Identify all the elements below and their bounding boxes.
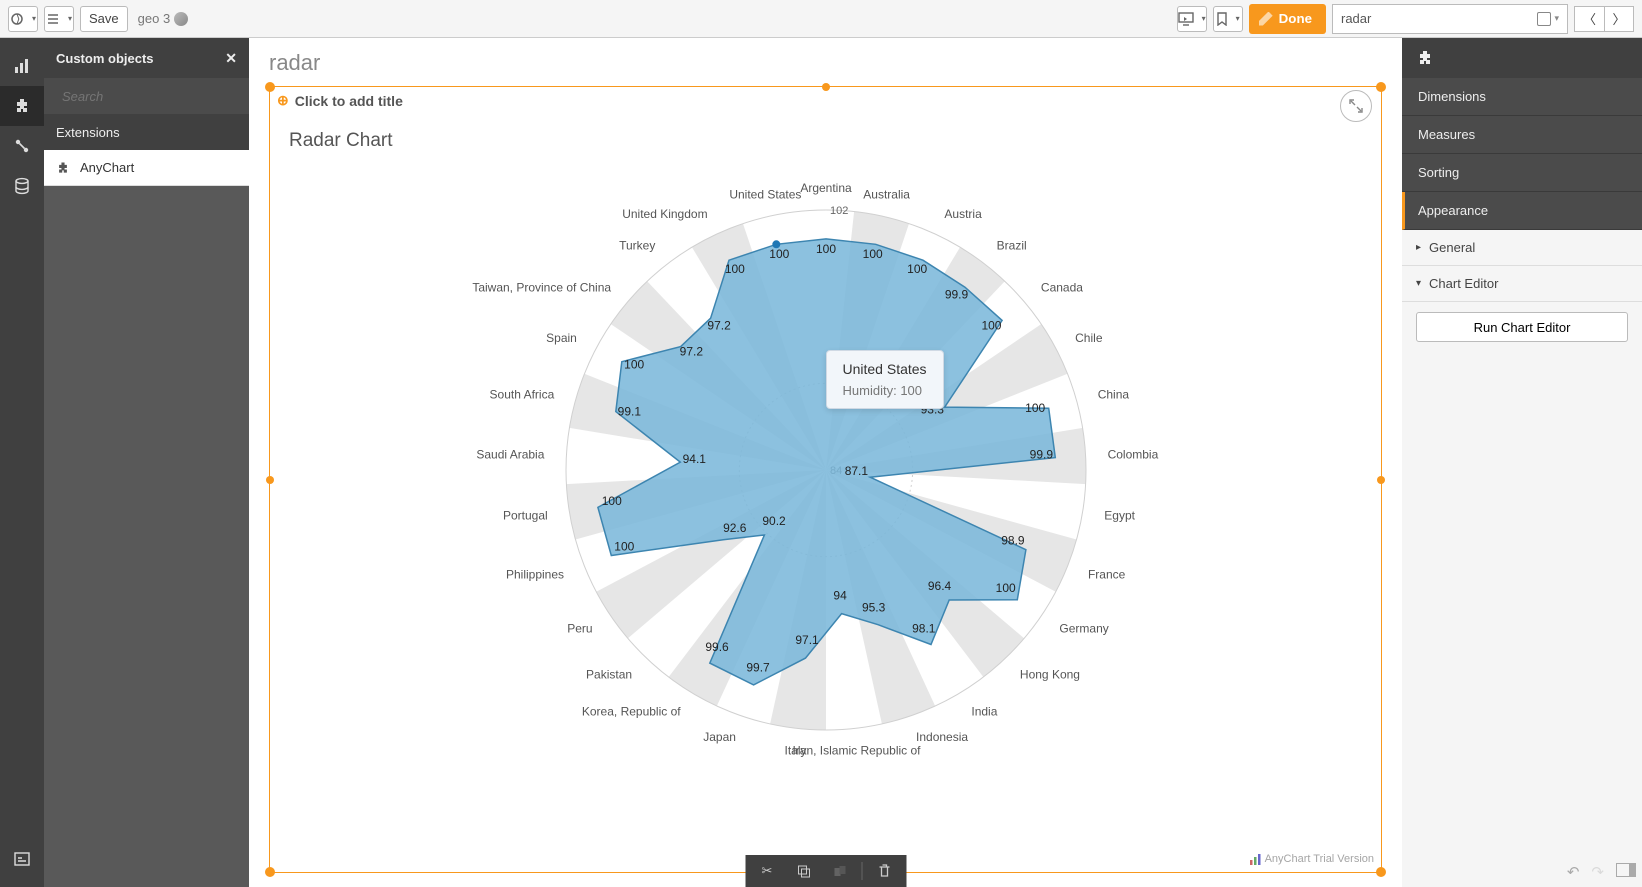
save-button[interactable]: Save (80, 6, 128, 32)
property-section-dimensions[interactable]: Dimensions (1402, 78, 1642, 116)
resize-handle-tr[interactable] (1376, 82, 1386, 92)
selection-frame[interactable] (269, 86, 1382, 873)
copy-button[interactable] (789, 859, 817, 883)
left-panel-search[interactable] (44, 78, 249, 114)
property-panel: DimensionsMeasuresSortingAppearance ▸Gen… (1402, 38, 1642, 887)
puzzle-icon (56, 161, 70, 175)
sheet-title[interactable]: radar (249, 38, 1402, 80)
prev-sheet-button[interactable]: 〈 (1574, 6, 1604, 32)
edit-toolbar: ✂ (745, 855, 906, 887)
resize-handle-br[interactable] (1376, 867, 1386, 877)
left-panel-close-icon[interactable]: ✕ (225, 50, 237, 67)
property-panel-icon (1402, 38, 1642, 78)
chart-type-icon (1537, 12, 1551, 26)
nav-menu-button[interactable] (8, 6, 38, 32)
accordion-general[interactable]: ▸General (1402, 230, 1642, 266)
left-panel: Custom objects ✕ Extensions AnyChart (44, 38, 249, 887)
rail-charts-icon[interactable] (0, 46, 44, 86)
paste-button[interactable] (825, 859, 853, 883)
fullscreen-button[interactable] (1340, 90, 1372, 122)
property-section-measures[interactable]: Measures (1402, 116, 1642, 154)
rail-fields-icon[interactable] (0, 166, 44, 206)
run-chart-editor-button[interactable]: Run Chart Editor (1416, 312, 1628, 342)
accordion-chart-editor[interactable]: ▾Chart Editor (1402, 266, 1642, 302)
sheet-name-label: geo 3 (138, 11, 189, 26)
resize-handle-tm[interactable] (822, 83, 830, 91)
globe-icon (174, 12, 188, 26)
search-input[interactable] (62, 89, 240, 104)
delete-button[interactable] (870, 859, 898, 883)
left-panel-header: Custom objects ✕ (44, 38, 249, 78)
cut-button[interactable]: ✂ (753, 859, 781, 883)
chevron-down-icon: ▾ (1554, 13, 1559, 24)
resize-handle-lm[interactable] (266, 476, 274, 484)
pencil-icon (1259, 12, 1273, 26)
property-section-appearance[interactable]: Appearance (1402, 192, 1642, 230)
undo-redo-area: ↶ ↷ (1567, 863, 1636, 881)
rail-variables-icon[interactable] (0, 839, 44, 879)
undo-button[interactable]: ↶ (1567, 863, 1580, 881)
rail-custom-objects-icon[interactable] (0, 86, 44, 126)
rail-master-items-icon[interactable] (0, 126, 44, 166)
property-section-sorting[interactable]: Sorting (1402, 154, 1642, 192)
resize-handle-rm[interactable] (1377, 476, 1385, 484)
present-button[interactable] (1177, 6, 1207, 32)
done-button[interactable]: Done (1249, 4, 1326, 34)
top-toolbar: Save geo 3 Done radar▾ 〈 〉 (0, 0, 1642, 38)
chart-title: Radar Chart (289, 130, 393, 152)
next-sheet-button[interactable]: 〉 (1604, 6, 1634, 32)
asset-rail (0, 38, 44, 887)
watermark: AnyChart Trial Version (1250, 853, 1374, 865)
chart-tooltip: United States Humidity: 100 (826, 350, 944, 409)
canvas-area: radar ⊕Click to add title Radar Chart 84… (249, 38, 1402, 887)
list-menu-button[interactable] (44, 6, 74, 32)
redo-button[interactable]: ↷ (1591, 863, 1604, 881)
resize-handle-bl[interactable] (265, 867, 275, 877)
add-title-placeholder[interactable]: ⊕Click to add title (277, 92, 403, 109)
object-title-field[interactable]: radar▾ (1332, 4, 1568, 34)
resize-handle-tl[interactable] (265, 82, 275, 92)
left-panel-section-extensions[interactable]: Extensions (44, 114, 249, 150)
extension-anychart[interactable]: AnyChart (44, 150, 249, 186)
collapse-panel-button[interactable] (1616, 863, 1636, 877)
bookmark-button[interactable] (1213, 6, 1243, 32)
